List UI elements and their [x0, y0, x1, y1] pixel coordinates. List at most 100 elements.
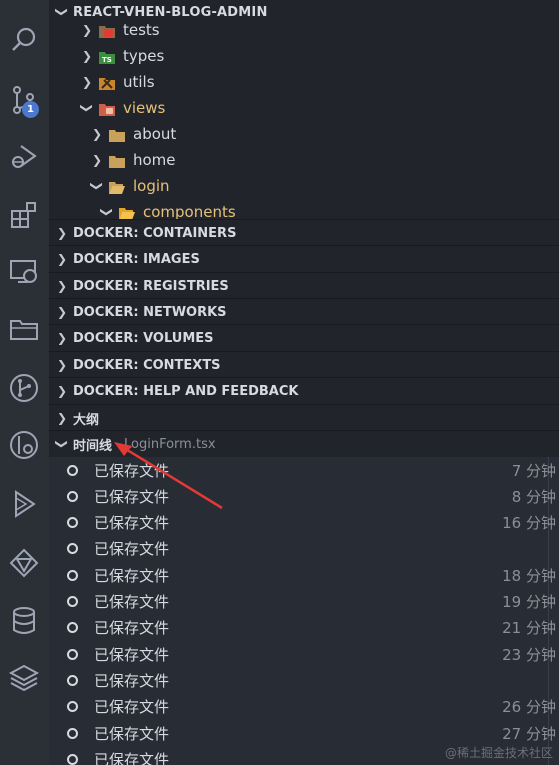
timeline-entry[interactable]: 已保存文件 [49, 667, 559, 693]
section-docker-contexts[interactable]: ❯ DOCKER: CONTEXTS [49, 351, 559, 378]
section-outline[interactable]: ❯ 大纲 [49, 404, 559, 431]
timeline-entry-time: 19 分钟 [502, 593, 556, 611]
svg-text:TS: TS [102, 56, 112, 64]
section-docker-help[interactable]: ❯ DOCKER: HELP AND FEEDBACK [49, 377, 559, 404]
circle-icon [67, 674, 78, 686]
watermark: @稀土掘金技术社区 [444, 746, 553, 760]
timeline-entry-time: 7 分钟 [511, 461, 556, 480]
utils-folder-icon [99, 76, 115, 90]
section-docker-images[interactable]: ❯ DOCKER: IMAGES [49, 245, 559, 272]
section-docker-volumes[interactable]: ❯ DOCKER: VOLUMES [49, 324, 559, 351]
chevron-right-icon: ❯ [56, 411, 68, 425]
remote-explorer-icon[interactable] [6, 254, 42, 290]
timeline-entry-label: 已保存文件 [94, 645, 170, 664]
circle-icon [67, 622, 78, 634]
layers-icon[interactable] [6, 660, 42, 696]
tests-folder-icon [99, 24, 115, 38]
chevron-right-icon: ❯ [56, 358, 68, 372]
folder-icon [109, 128, 125, 142]
circle-icon [67, 701, 78, 713]
circle-icon [67, 648, 78, 660]
timeline-entry[interactable]: 已保存文件 23 分钟 [49, 641, 559, 667]
tree-item-components[interactable]: ❯ components [49, 199, 559, 220]
chevron-down-icon: ❯ [55, 6, 69, 18]
timeline-entry[interactable]: 已保存文件 21 分钟 [49, 615, 559, 641]
timeline-entry-time: 16 分钟 [502, 514, 556, 533]
chevron-down-icon: ❯ [55, 438, 69, 450]
tree-item-home[interactable]: ❯ home [49, 147, 559, 173]
tree-item-label: utils [123, 73, 155, 91]
circle-icon [67, 727, 78, 739]
section-title: DOCKER: CONTAINERS [73, 225, 237, 241]
search-icon[interactable] [6, 22, 42, 58]
tree-item-label: home [133, 151, 176, 169]
git-graph-icon[interactable] [6, 370, 42, 406]
circle-icon [67, 490, 78, 502]
chevron-right-icon: ❯ [91, 127, 103, 141]
section-title: DOCKER: VOLUMES [73, 330, 214, 346]
timeline-entry-time: 23 分钟 [502, 645, 556, 664]
circle-icon [67, 464, 78, 476]
timeline-entry-label: 已保存文件 [94, 698, 170, 717]
section-docker-networks[interactable]: ❯ DOCKER: NETWORKS [49, 298, 559, 325]
activity-bar: 1 [0, 0, 49, 765]
timeline-entry[interactable]: 已保存文件 [49, 536, 559, 562]
timeline-entry-label: 已保存文件 [94, 514, 170, 533]
tree-item-types[interactable]: ❯ TS types [49, 43, 559, 69]
circle-icon [67, 569, 78, 581]
explorer-header[interactable]: ❯ REACT-VHEN-BLOG-ADMIN [49, 0, 559, 24]
tree-item-views[interactable]: ❯ views [49, 95, 559, 121]
side-panel: ❯ tests ❯ TS types ❯ utils ❯ views ❯ abo… [49, 0, 559, 765]
tree-item-utils[interactable]: ❯ utils [49, 69, 559, 95]
chevron-right-icon: ❯ [91, 153, 103, 167]
section-title: DOCKER: NETWORKS [73, 304, 227, 320]
circle-icon [67, 543, 78, 555]
timeline-entry-label: 已保存文件 [94, 724, 170, 743]
chevron-right-icon: ❯ [56, 226, 68, 240]
chevron-right-icon: ❯ [81, 23, 93, 37]
tree-item-about[interactable]: ❯ about [49, 121, 559, 147]
timeline-entry-label: 已保存文件 [94, 619, 170, 638]
section-title: DOCKER: HELP AND FEEDBACK [73, 383, 299, 399]
run-debug-icon[interactable] [6, 138, 42, 174]
chevron-right-icon: ❯ [56, 384, 68, 398]
timeline-entry[interactable]: 已保存文件 19 分钟 [49, 589, 559, 615]
timeline-entry[interactable]: 已保存文件 27 分钟 [49, 720, 559, 746]
timeline-entry[interactable]: 已保存文件 18 分钟 [49, 562, 559, 588]
timeline-entry-label: 已保存文件 [94, 540, 170, 559]
timeline-entry[interactable]: 已保存文件 26 分钟 [49, 694, 559, 720]
timeline-entry-time: 21 分钟 [502, 619, 556, 638]
chevron-right-icon: ❯ [56, 279, 68, 293]
folder-icon[interactable] [6, 311, 42, 347]
database-icon[interactable] [6, 603, 42, 639]
chevron-down-icon: ❯ [100, 206, 114, 218]
section-docker-containers[interactable]: ❯ DOCKER: CONTAINERS [49, 219, 559, 246]
chevron-right-icon: ❯ [56, 331, 68, 345]
chevron-right-icon: ❯ [56, 305, 68, 319]
timeline-entry-time: 18 分钟 [502, 566, 556, 585]
timeline-entry-label: 已保存文件 [94, 671, 170, 690]
open-folder-icon [109, 180, 125, 194]
section-title: 时间线 [73, 438, 113, 454]
gitlens-icon[interactable] [6, 427, 42, 463]
webpack-icon[interactable] [6, 545, 42, 581]
tree-item-login[interactable]: ❯ login [49, 173, 559, 199]
circle-icon [67, 753, 78, 765]
chevron-down-icon: ❯ [90, 180, 104, 192]
folder-icon [109, 154, 125, 168]
section-docker-registries[interactable]: ❯ DOCKER: REGISTRIES [49, 272, 559, 299]
annotation-arrow-icon [114, 442, 223, 510]
extensions-icon[interactable] [6, 197, 42, 233]
chevron-right-icon: ❯ [81, 49, 93, 63]
tree-item-label: components [143, 203, 236, 220]
chevron-right-icon: ❯ [81, 75, 93, 89]
circle-icon [67, 596, 78, 607]
vscode-window: 1 ❯ tests ❯ TS types ❯ utils ❯ views ❯ a… [0, 0, 559, 765]
timeline-entry-time: 27 分钟 [502, 724, 556, 743]
circle-icon [67, 517, 78, 529]
docker-icon[interactable] [6, 486, 42, 522]
tree-item-label: types [123, 47, 165, 65]
components-folder-icon [119, 206, 135, 220]
chevron-right-icon: ❯ [56, 252, 68, 266]
timeline-entry-time: 8 分钟 [511, 487, 556, 506]
